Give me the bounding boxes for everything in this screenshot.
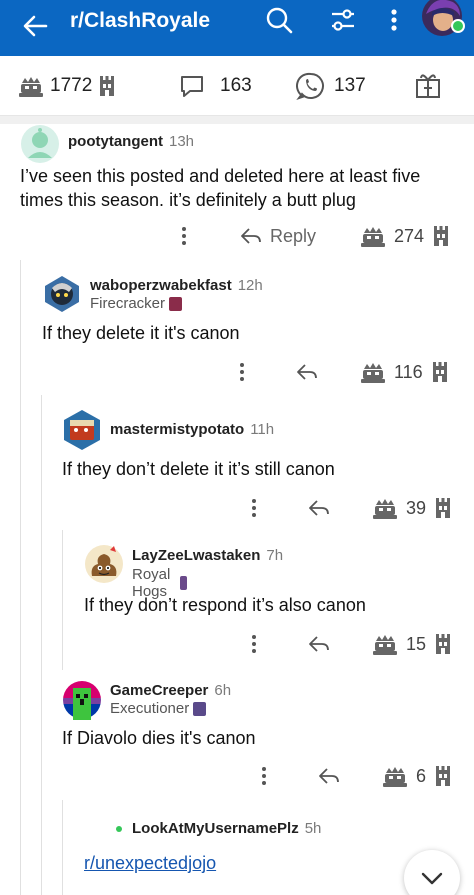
username[interactable]: LayZeeLwastaken xyxy=(132,547,260,564)
user-flair: Executioner xyxy=(110,700,207,717)
comment-actions: 116 xyxy=(236,360,449,384)
more-options-icon[interactable] xyxy=(236,361,248,383)
post-vote-group: 1772 xyxy=(18,70,116,102)
post-vote-count: 1772 xyxy=(50,75,93,96)
executioner-card-icon xyxy=(193,701,207,716)
firecracker-card-icon xyxy=(169,296,183,311)
username[interactable]: GameCreeper xyxy=(110,682,208,699)
downvote-tower-icon[interactable] xyxy=(431,360,449,384)
comment-count: 163 xyxy=(220,75,252,96)
comment-text: If they don’t delete it it’s still canon xyxy=(62,459,335,479)
comment-age: 6h xyxy=(214,682,232,699)
comment-header: LookAtMyUsernamePlz 5h xyxy=(132,820,321,837)
thread-line-level-3 xyxy=(62,530,63,670)
flair-label: Executioner xyxy=(110,700,190,717)
downvote-tower-icon[interactable] xyxy=(432,224,450,248)
avatar[interactable] xyxy=(20,124,60,164)
reply-icon xyxy=(241,228,261,244)
reply-icon[interactable] xyxy=(316,766,342,786)
whatsapp-icon xyxy=(296,72,324,100)
reply-icon[interactable] xyxy=(306,634,332,654)
reply-label: Reply xyxy=(270,225,317,246)
username[interactable]: waboperzwabekfast xyxy=(90,277,232,294)
top-app-bar: r/ClashRoyale xyxy=(0,0,474,56)
comments-button[interactable]: 163 xyxy=(178,70,258,102)
vote-count: 6 xyxy=(416,765,427,786)
avatar[interactable] xyxy=(42,274,82,314)
username[interactable]: pootytangent xyxy=(68,133,163,150)
comment-age: 5h xyxy=(304,820,322,837)
comment-age: 7h xyxy=(266,547,284,564)
share-count: 137 xyxy=(334,75,366,96)
comment-actions: 39 xyxy=(248,496,452,520)
flair-label: Firecracker xyxy=(90,295,166,312)
post-action-bar: 1772 163 137 xyxy=(0,56,474,116)
comment-header: LayZeeLwastaken 7h xyxy=(132,547,283,564)
vote-count: 15 xyxy=(406,633,427,654)
reply-icon[interactable] xyxy=(294,362,320,382)
downvote-tower-icon[interactable] xyxy=(98,74,116,98)
comment-actions: 15 xyxy=(248,632,452,656)
comment-actions: 6 xyxy=(258,764,452,788)
vote-count: 274 xyxy=(394,225,425,246)
subreddit-title[interactable]: r/ClashRoyale xyxy=(70,0,210,42)
gift-award-icon[interactable] xyxy=(414,70,442,100)
upvote-king-icon[interactable] xyxy=(18,74,44,98)
upvote-king-icon[interactable] xyxy=(382,764,408,788)
upvote-king-icon[interactable] xyxy=(372,632,398,656)
thread-line-level-1 xyxy=(20,260,21,895)
more-options-icon[interactable] xyxy=(178,225,190,247)
vote-count: 116 xyxy=(394,361,423,382)
user-flair: Firecracker xyxy=(90,295,183,312)
online-indicator xyxy=(116,826,122,832)
comment-header: GameCreeper 6h xyxy=(110,682,231,699)
more-options-icon[interactable] xyxy=(248,633,260,655)
reply-button[interactable]: Reply xyxy=(238,226,316,247)
username[interactable]: mastermistypotato xyxy=(110,421,244,438)
filter-icon[interactable] xyxy=(326,4,360,38)
downvote-tower-icon[interactable] xyxy=(434,764,452,788)
comment-actions: Reply 274 xyxy=(178,224,450,248)
section-divider xyxy=(0,116,474,124)
thread-line-level-2 xyxy=(41,395,42,895)
thread-line-level-3b xyxy=(62,800,63,895)
comment-age: 11h xyxy=(250,421,275,438)
comment-text: If Diavolo dies it's canon xyxy=(62,728,256,748)
comment-header: pootytangent 13h xyxy=(68,133,194,150)
downvote-tower-icon[interactable] xyxy=(434,632,452,656)
scroll-down-button[interactable] xyxy=(404,850,460,895)
avatar[interactable] xyxy=(84,544,124,584)
more-vert-icon[interactable] xyxy=(384,4,404,38)
comment-header: mastermistypotato 11h xyxy=(110,421,274,438)
search-icon[interactable] xyxy=(262,4,296,38)
upvote-king-icon[interactable] xyxy=(372,496,398,520)
vote-count: 39 xyxy=(406,497,427,518)
comment-text: I’ve seen this posted and deleted here a… xyxy=(20,166,421,210)
username[interactable]: LookAtMyUsernamePlz xyxy=(132,820,299,837)
comment-age: 12h xyxy=(237,277,263,294)
avatar[interactable] xyxy=(62,680,102,720)
comment-text: If they delete it it's canon xyxy=(42,323,240,343)
back-arrow-icon[interactable] xyxy=(18,12,52,46)
user-avatar[interactable] xyxy=(420,0,468,40)
avatar[interactable] xyxy=(62,408,102,452)
comment-text: If they don’t respond it’s also canon xyxy=(84,595,366,615)
more-options-icon[interactable] xyxy=(258,765,270,787)
reply-icon[interactable] xyxy=(306,498,332,518)
subreddit-link[interactable]: r/unexpectedjojo xyxy=(84,853,216,874)
comment-age: 13h xyxy=(169,133,195,150)
more-options-icon[interactable] xyxy=(248,497,260,519)
downvote-tower-icon[interactable] xyxy=(434,496,452,520)
chevron-down-icon xyxy=(421,872,443,885)
upvote-king-icon[interactable] xyxy=(360,360,386,384)
comment-header: waboperzwabekfast 12h xyxy=(90,277,263,294)
share-button[interactable]: 137 xyxy=(296,70,372,102)
comment-bubble-icon xyxy=(181,76,203,97)
upvote-king-icon[interactable] xyxy=(360,224,386,248)
royal-hogs-card-icon xyxy=(179,576,188,590)
